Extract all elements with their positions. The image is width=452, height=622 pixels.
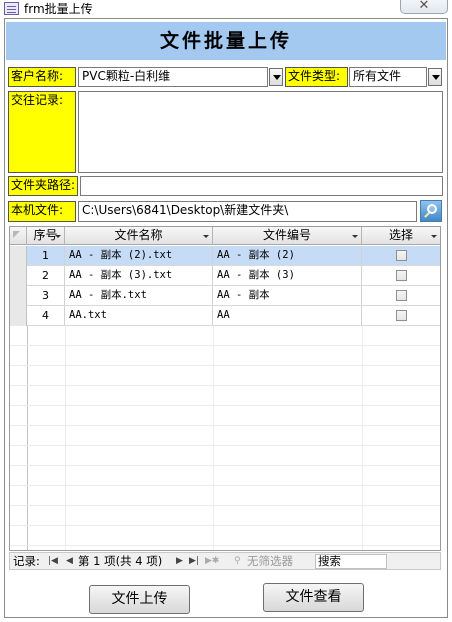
no-filter-label[interactable]: 无筛选器	[247, 553, 293, 569]
table-row[interactable]: 2 AA - 副本 (3).txt AA - 副本 (3)	[10, 266, 440, 286]
customer-name-label: 客户名称:	[8, 67, 76, 87]
sort-arrow-icon[interactable]	[55, 235, 61, 238]
view-files-button[interactable]: 文件查看	[263, 583, 364, 612]
form-icon	[4, 2, 19, 15]
filter-icon: ⚲	[234, 556, 241, 566]
select-checkbox[interactable]	[396, 250, 407, 261]
first-record-icon[interactable]: |◀	[48, 553, 58, 569]
cell-seq[interactable]: 3	[27, 286, 65, 305]
window-title: frm批量上传	[24, 2, 93, 16]
grid-header: 序号 文件名称 文件编号 选择	[10, 227, 440, 245]
upload-files-button[interactable]: 文件上传	[89, 585, 190, 614]
cell-file-name[interactable]: AA - 副本 (3).txt	[65, 266, 213, 285]
select-checkbox[interactable]	[396, 270, 407, 281]
cell-seq[interactable]: 1	[27, 246, 65, 265]
local-file-path-input[interactable]: C:\Users\6841\Desktop\新建文件夹\	[78, 201, 417, 222]
customer-name-combo[interactable]: PVC颗粒-白利维	[78, 67, 268, 87]
cell-file-name[interactable]: AA.txt	[65, 306, 213, 325]
browse-search-button[interactable]	[420, 200, 442, 222]
cell-file-code[interactable]: AA - 副本 (2)	[213, 246, 362, 265]
table-row[interactable]: 3 AA - 副本.txt AA - 副本	[10, 286, 440, 306]
cell-seq[interactable]: 4	[27, 306, 65, 325]
file-type-dropdown-arrow-icon[interactable]	[428, 68, 442, 86]
row-selector[interactable]	[10, 266, 27, 286]
table-row[interactable]: 1 AA - 副本 (2).txt AA - 副本 (2)	[10, 246, 440, 266]
window-title-bar: frm批量上传 ✕	[0, 0, 452, 18]
cell-seq[interactable]: 2	[27, 266, 65, 285]
sort-arrow-icon[interactable]	[431, 235, 437, 238]
notes-label: 交往记录:	[8, 91, 76, 173]
last-record-icon[interactable]: ▶|	[189, 553, 199, 569]
record-navigation-bar: 记录: |◀ ◀ 第 1 项(共 4 项) ▶ ▶| ▶✱ ⚲ 无筛选器 搜索	[9, 552, 441, 570]
column-header-file-name[interactable]: 文件名称	[65, 227, 213, 245]
current-record-position[interactable]: 第 1 项(共 4 项)	[78, 553, 162, 569]
column-header-file-code[interactable]: 文件编号	[213, 227, 362, 245]
form-header: 文件批量上传	[6, 22, 446, 60]
column-header-select[interactable]: 选择	[362, 227, 440, 245]
previous-record-icon[interactable]: ◀	[66, 553, 73, 569]
select-all-corner[interactable]	[10, 227, 27, 245]
select-checkbox[interactable]	[396, 310, 407, 321]
row-selector[interactable]	[10, 306, 27, 326]
table-row[interactable]: 4 AA.txt AA	[10, 306, 440, 326]
select-checkbox[interactable]	[396, 290, 407, 301]
sort-arrow-icon[interactable]	[352, 235, 358, 238]
folder-path-input[interactable]	[80, 176, 443, 196]
record-label: 记录:	[13, 554, 40, 568]
folder-path-label: 文件夹路径:	[8, 176, 78, 196]
close-button[interactable]: ✕	[400, 0, 448, 14]
file-type-label: 文件类型:	[285, 67, 348, 87]
cell-file-name[interactable]: AA - 副本.txt	[65, 286, 213, 305]
form-body: 文件批量上传 客户名称: PVC颗粒-白利维 文件类型: 所有文件 交往记录: …	[4, 18, 448, 618]
row-selector[interactable]	[10, 246, 27, 266]
cell-file-code[interactable]: AA	[213, 306, 362, 325]
customer-dropdown-arrow-icon[interactable]	[269, 68, 283, 86]
form-title: 文件批量上传	[159, 30, 292, 52]
notes-textarea[interactable]	[78, 91, 443, 173]
sort-arrow-icon[interactable]	[203, 235, 209, 238]
cell-file-code[interactable]: AA - 副本	[213, 286, 362, 305]
file-type-combo[interactable]: 所有文件	[349, 67, 427, 87]
cell-file-code[interactable]: AA - 副本 (3)	[213, 266, 362, 285]
next-record-icon[interactable]: ▶	[176, 553, 183, 569]
search-input[interactable]: 搜索	[315, 554, 387, 569]
local-file-label: 本机文件:	[8, 201, 76, 222]
cell-file-name[interactable]: AA - 副本 (2).txt	[65, 246, 213, 265]
column-header-seq[interactable]: 序号	[27, 227, 65, 245]
row-selector[interactable]	[10, 286, 27, 306]
file-grid[interactable]: 序号 文件名称 文件编号 选择 1 AA - 副本 (2).txt AA - 副…	[9, 226, 441, 551]
new-record-icon[interactable]: ▶✱	[205, 553, 219, 569]
